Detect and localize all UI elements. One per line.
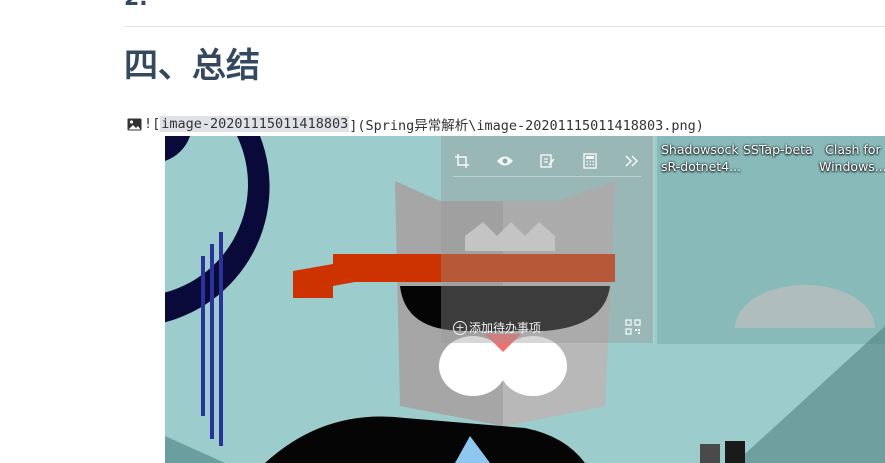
edit-icon[interactable] <box>538 152 556 170</box>
desktop-icons-area: Shadowsock sR-dotnet4... SSTap-beta Clas… <box>657 136 885 344</box>
image-alt-text[interactable]: image-20201115011418803 <box>160 116 350 132</box>
section-heading: 四、总结 <box>124 46 260 86</box>
desktop-icon-label: SSTap-beta <box>743 142 813 157</box>
add-todo-button[interactable]: + 添加待办事项 <box>453 319 541 336</box>
desktop-icon-label: Clash for <box>825 142 881 157</box>
widget-toolbar <box>453 146 641 177</box>
desktop-icon-sstap[interactable]: SSTap-beta <box>743 141 813 158</box>
desktop-icon-label: Windows... <box>819 159 885 174</box>
desktop-icon-clash[interactable]: Clash for Windows... <box>819 141 885 175</box>
desktop-icon-label: sR-dotnet4... <box>661 159 742 174</box>
desktop-widget-panel: + 添加待办事项 <box>441 136 654 343</box>
image-path: ](Spring异常解析\image-20201115011418803.png… <box>349 118 704 134</box>
qr-code-icon[interactable] <box>625 319 641 335</box>
previous-heading-fragment: 2. <box>124 0 148 11</box>
add-todo-label: 添加待办事项 <box>469 321 542 335</box>
image-icon <box>127 118 142 130</box>
image-markdown-source[interactable]: ![image-20201115011418803](Spring异常解析\im… <box>127 114 704 134</box>
calculator-icon[interactable] <box>581 152 599 170</box>
plus-circle-icon: + <box>453 320 467 335</box>
markdown-prefix: ![ <box>144 116 161 132</box>
crop-icon[interactable] <box>453 152 471 170</box>
chevron-double-right-icon[interactable] <box>623 152 641 170</box>
heading-divider <box>124 26 885 27</box>
desktop-icon-label: Shadowsock <box>661 142 739 157</box>
eye-icon[interactable] <box>496 152 514 170</box>
desktop-icon-shadowsocks[interactable]: Shadowsock sR-dotnet4... <box>661 141 741 175</box>
